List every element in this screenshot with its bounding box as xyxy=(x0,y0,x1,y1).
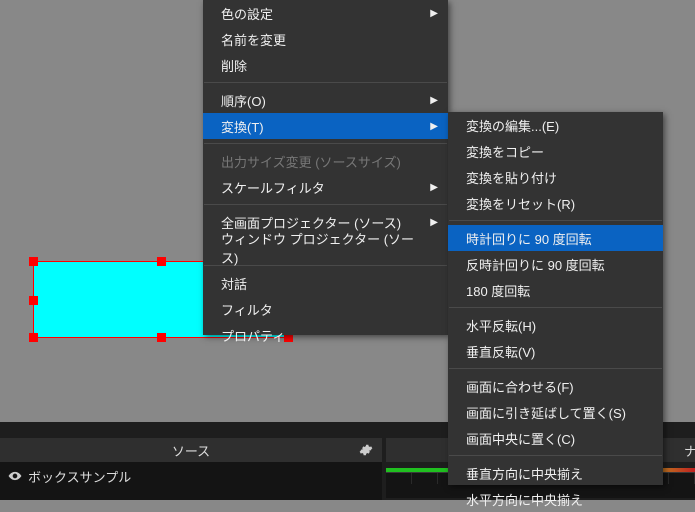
menu-item-filters[interactable]: フィルタ xyxy=(203,296,448,322)
menu-item-label: 水平方向に中央揃え xyxy=(466,490,583,509)
menu-item-label: 時計回りに 90 度回転 xyxy=(466,229,592,248)
menu-item-label: 180 度回転 xyxy=(466,281,530,300)
context-submenu-transform: 変換の編集...(E) 変換をコピー 変換を貼り付け 変換をリセット(R) 時計… xyxy=(448,112,663,485)
resize-handle-tl[interactable] xyxy=(29,257,38,266)
menu-separator xyxy=(449,307,662,308)
menu-separator xyxy=(449,368,662,369)
resize-handle-bl[interactable] xyxy=(29,333,38,342)
menu-item-label: 画面中央に置く(C) xyxy=(466,429,575,448)
menu-item-center-vertical[interactable]: 垂直方向に中央揃え xyxy=(448,460,663,486)
menu-item-flip-horizontal[interactable]: 水平反転(H) xyxy=(448,312,663,338)
submenu-arrow-icon: ▶ xyxy=(430,8,438,19)
menu-item-window-projector[interactable]: ウィンドウ プロジェクター (ソース) xyxy=(203,235,448,261)
menu-separator xyxy=(204,143,447,144)
submenu-arrow-icon: ▶ xyxy=(430,217,438,228)
menu-item-copy-transform[interactable]: 変換をコピー xyxy=(448,138,663,164)
menu-item-label: 変換(T) xyxy=(221,117,264,136)
menu-item-paste-transform[interactable]: 変換を貼り付け xyxy=(448,164,663,190)
menu-item-label: スケールフィルタ xyxy=(221,178,325,197)
resize-handle-tc[interactable] xyxy=(157,257,166,266)
menu-item-rotate-cw-90[interactable]: 時計回りに 90 度回転 xyxy=(448,225,663,251)
menu-item-rename[interactable]: 名前を変更 xyxy=(203,26,448,52)
menu-item-label: 反時計回りに 90 度回転 xyxy=(466,255,605,274)
menu-item-stretch-screen[interactable]: 画面に引き延ばして置く(S) xyxy=(448,399,663,425)
menu-item-edit-transform[interactable]: 変換の編集...(E) xyxy=(448,112,663,138)
menu-item-flip-vertical[interactable]: 垂直反転(V) xyxy=(448,338,663,364)
menu-item-properties[interactable]: プロパティ xyxy=(203,322,448,348)
menu-item-color-settings[interactable]: 色の設定 ▶ xyxy=(203,0,448,26)
visibility-icon xyxy=(8,469,22,483)
menu-item-scale-filter[interactable]: スケールフィルタ ▶ xyxy=(203,174,448,200)
menu-item-label: 水平反転(H) xyxy=(466,316,536,335)
menu-item-label: 変換を貼り付け xyxy=(466,168,557,187)
menu-item-rotate-ccw-90[interactable]: 反時計回りに 90 度回転 xyxy=(448,251,663,277)
sources-settings-button[interactable] xyxy=(356,440,376,460)
submenu-arrow-icon: ▶ xyxy=(430,121,438,132)
menu-item-rotate-180[interactable]: 180 度回転 xyxy=(448,277,663,303)
resize-handle-ml[interactable] xyxy=(29,296,38,305)
menu-item-output-size: 出力サイズ変更 (ソースサイズ) xyxy=(203,148,448,174)
menu-separator xyxy=(449,455,662,456)
menu-item-reset-transform[interactable]: 変換をリセット(R) xyxy=(448,190,663,216)
submenu-arrow-icon: ▶ xyxy=(430,182,438,193)
menu-item-center-horizontal[interactable]: 水平方向に中央揃え xyxy=(448,486,663,512)
menu-item-label: ウィンドウ プロジェクター (ソース) xyxy=(221,229,426,267)
menu-separator xyxy=(204,204,447,205)
gear-icon xyxy=(359,443,373,457)
menu-item-label: 出力サイズ変更 (ソースサイズ) xyxy=(221,152,401,171)
menu-item-label: 変換をコピー xyxy=(466,142,544,161)
sources-panel-header: ソース xyxy=(0,438,382,462)
menu-item-label: 垂直反転(V) xyxy=(466,342,535,361)
menu-item-label: 削除 xyxy=(221,56,247,75)
menu-item-delete[interactable]: 削除 xyxy=(203,52,448,78)
sources-header-label: ソース xyxy=(172,441,210,460)
menu-separator xyxy=(449,220,662,221)
menu-item-label: 画面に引き延ばして置く(S) xyxy=(466,403,626,422)
menu-item-interact[interactable]: 対話 xyxy=(203,270,448,296)
menu-item-label: プロパティ xyxy=(221,326,285,345)
resize-handle-bc[interactable] xyxy=(157,333,166,342)
menu-item-label: 垂直方向に中央揃え xyxy=(466,464,583,483)
source-list-item[interactable]: ボックスサンプル xyxy=(8,466,374,486)
menu-item-fit-screen[interactable]: 画面に合わせる(F) xyxy=(448,373,663,399)
menu-item-transform[interactable]: 変換(T) ▶ xyxy=(203,113,448,139)
context-menu-source: 色の設定 ▶ 名前を変更 削除 順序(O) ▶ 変換(T) ▶ 出力サイズ変更 … xyxy=(203,0,448,335)
submenu-arrow-icon: ▶ xyxy=(430,95,438,106)
menu-item-order[interactable]: 順序(O) ▶ xyxy=(203,87,448,113)
source-item-label: ボックスサンプル xyxy=(28,467,131,486)
sources-list: ボックスサンプル xyxy=(0,462,382,500)
menu-item-label: 名前を変更 xyxy=(221,30,286,49)
menu-item-label: 変換の編集...(E) xyxy=(466,116,559,135)
menu-separator xyxy=(204,82,447,83)
menu-item-label: 色の設定 xyxy=(221,4,273,23)
menu-item-label: 画面に合わせる(F) xyxy=(466,377,574,396)
menu-item-label: 順序(O) xyxy=(221,91,266,110)
menu-item-center-screen[interactable]: 画面中央に置く(C) xyxy=(448,425,663,451)
menu-item-label: 変換をリセット(R) xyxy=(466,194,575,213)
menu-item-label: 対話 xyxy=(221,274,247,293)
menu-item-label: フィルタ xyxy=(221,300,273,319)
